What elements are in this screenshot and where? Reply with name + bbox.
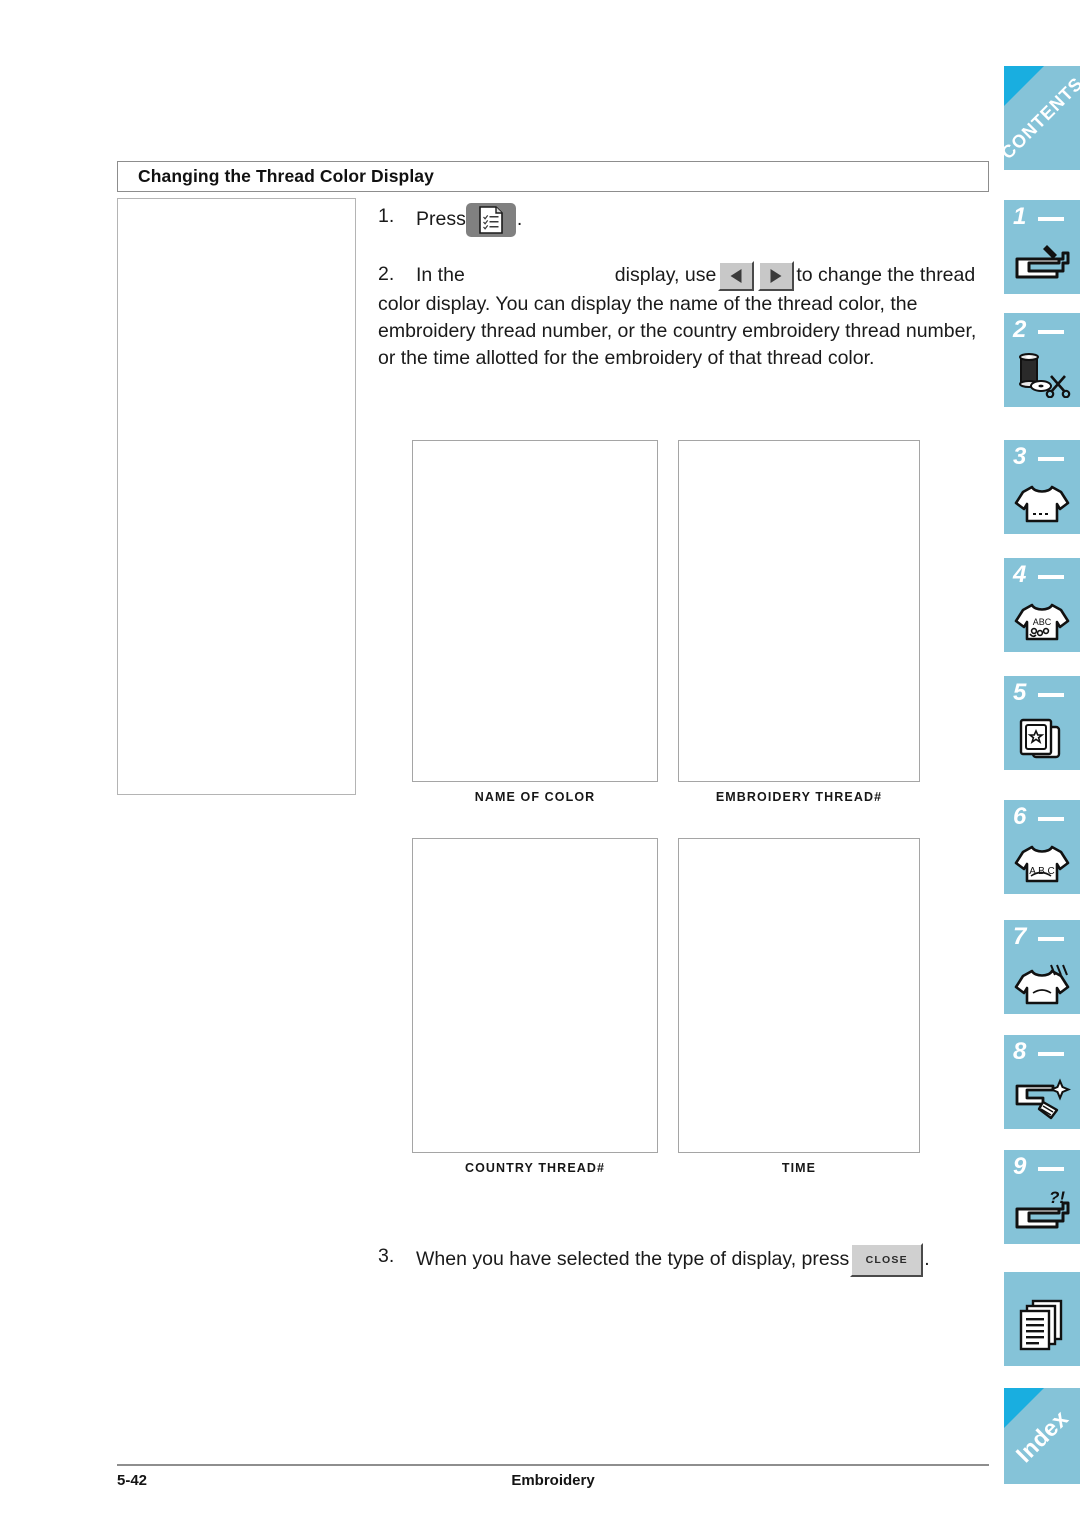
svg-text:?!: ?!: [1049, 1189, 1065, 1207]
thread-spool-bobbin-scissors-icon: [1019, 353, 1071, 398]
step-3-number: 3.: [378, 1245, 395, 1267]
machine-cleaning-icon: [1015, 1078, 1071, 1120]
step-1-text-after: .: [516, 208, 523, 231]
tshirt-care-icon: [1014, 964, 1070, 1005]
tab-dash: [1038, 457, 1064, 461]
tab-dash: [1038, 575, 1064, 579]
tab-chapter-6-number: 6: [1013, 803, 1027, 830]
inline-screen-placeholder: [465, 280, 615, 281]
figure-cell-embroidery-thread-number: EMBROIDERY THREAD#: [678, 440, 920, 804]
tab-dash: [1038, 937, 1064, 941]
step-3-text-after: .: [924, 1248, 930, 1271]
triangle-left-icon: [730, 269, 742, 283]
tab-chapter-3-number: 3: [1013, 443, 1027, 470]
tab-chapter-4[interactable]: 4 ABC: [1004, 558, 1080, 652]
tab-chapter-9-number: 9: [1013, 1153, 1027, 1180]
stacked-documents-icon: [1019, 1299, 1063, 1351]
tab-chapter-5[interactable]: 5: [1004, 676, 1080, 770]
tab-dash: [1038, 817, 1064, 821]
left-illustration-placeholder: [117, 198, 356, 795]
step-1: 1. Press .: [378, 203, 996, 255]
svg-text:ABC: ABC: [1033, 617, 1052, 627]
figure-image-placeholder: [678, 440, 920, 782]
footer-chapter-title: Embroidery: [511, 1472, 595, 1489]
tab-chapter-2-number: 2: [1013, 316, 1027, 343]
step-2-text-middle: display, use: [614, 264, 717, 287]
section-heading-text: Changing the Thread Color Display: [138, 165, 434, 186]
step-2-text-before: In the: [416, 264, 465, 287]
next-arrow-button[interactable]: [758, 261, 795, 291]
figure-caption: EMBROIDERY THREAD#: [715, 790, 883, 804]
tab-dash: [1038, 1167, 1064, 1171]
tab-chapter-9[interactable]: 9 ?!: [1004, 1150, 1080, 1244]
document-checklist-icon: [479, 206, 503, 234]
step-2-number: 2.: [378, 263, 395, 285]
figure-image-placeholder: [412, 838, 658, 1153]
sewing-machine-icon: [1015, 245, 1070, 279]
tshirt-stitch-icon: [1014, 485, 1070, 523]
step-3-text-before: When you have selected the type of displ…: [416, 1248, 850, 1271]
tab-chapter-6[interactable]: 6 A B C: [1004, 800, 1080, 894]
tab-chapter-1-number: 1: [1013, 203, 1027, 230]
figure-caption: COUNTRY THREAD#: [464, 1161, 606, 1175]
tshirt-lettering-icon: A B C: [1014, 845, 1070, 883]
tab-chapter-8-number: 8: [1013, 1038, 1027, 1065]
tab-index-label: Index: [1010, 1404, 1073, 1467]
instruction-steps: 1. Press . 2. In the display, use to cha…: [378, 203, 996, 372]
figure-image-placeholder: [412, 440, 658, 782]
tab-dash: [1038, 1052, 1064, 1056]
embroidery-card-star-icon: [1019, 718, 1061, 759]
machine-troubleshooting-icon: ?!: [1015, 1189, 1070, 1229]
footer-divider: [117, 1464, 989, 1466]
triangle-right-icon: [770, 269, 782, 283]
tab-contents[interactable]: CONTENTS: [1004, 66, 1080, 170]
tab-chapter-4-number: 4: [1013, 561, 1027, 588]
figure-cell-name-of-color: NAME OF COLOR: [412, 440, 658, 804]
tab-chapter-7[interactable]: 7: [1004, 920, 1080, 1014]
tab-index[interactable]: Index: [1004, 1388, 1080, 1484]
close-button[interactable]: CLOSE: [850, 1243, 924, 1277]
tab-chapter-8[interactable]: 8: [1004, 1035, 1080, 1129]
tab-dash: [1038, 330, 1064, 334]
tab-chapter-3[interactable]: 3: [1004, 440, 1080, 534]
tab-dash: [1038, 693, 1064, 697]
tab-chapter-5-number: 5: [1013, 679, 1027, 706]
tab-chapter-1[interactable]: 1: [1004, 200, 1080, 294]
tab-chapter-7-number: 7: [1013, 923, 1027, 950]
instruction-steps-continued: 3. When you have selected the type of di…: [378, 1243, 996, 1277]
tab-dash: [1038, 217, 1064, 221]
section-heading-box: Changing the Thread Color Display: [117, 161, 989, 192]
tab-appendix[interactable]: [1004, 1272, 1080, 1366]
figure-caption: NAME OF COLOR: [474, 790, 596, 804]
step-3: 3. When you have selected the type of di…: [378, 1243, 996, 1277]
figure-image-placeholder: [678, 838, 920, 1153]
previous-arrow-button[interactable]: [718, 261, 755, 291]
figure-cell-time: TIME: [678, 838, 920, 1175]
tab-contents-label: CONTENTS: [1004, 72, 1080, 163]
step-2: 2. In the display, use to change the threa…: [378, 261, 996, 372]
step-1-text-before: Press: [416, 208, 466, 231]
figure-caption: TIME: [781, 1161, 817, 1175]
step-1-number: 1.: [378, 205, 395, 227]
chapter-tab-strip: CONTENTS 1 2 3 4 ABC 5 6 A B C 7 8 9 ?! …: [1000, 0, 1080, 1526]
manual-page: Changing the Thread Color Display 1. Pre…: [0, 0, 1000, 1526]
tab-chapter-2[interactable]: 2: [1004, 313, 1080, 407]
figure-cell-country-thread-number: COUNTRY THREAD#: [412, 838, 658, 1175]
thread-list-button[interactable]: [465, 203, 516, 237]
tshirt-abc-embroidery-icon: ABC: [1014, 603, 1070, 641]
